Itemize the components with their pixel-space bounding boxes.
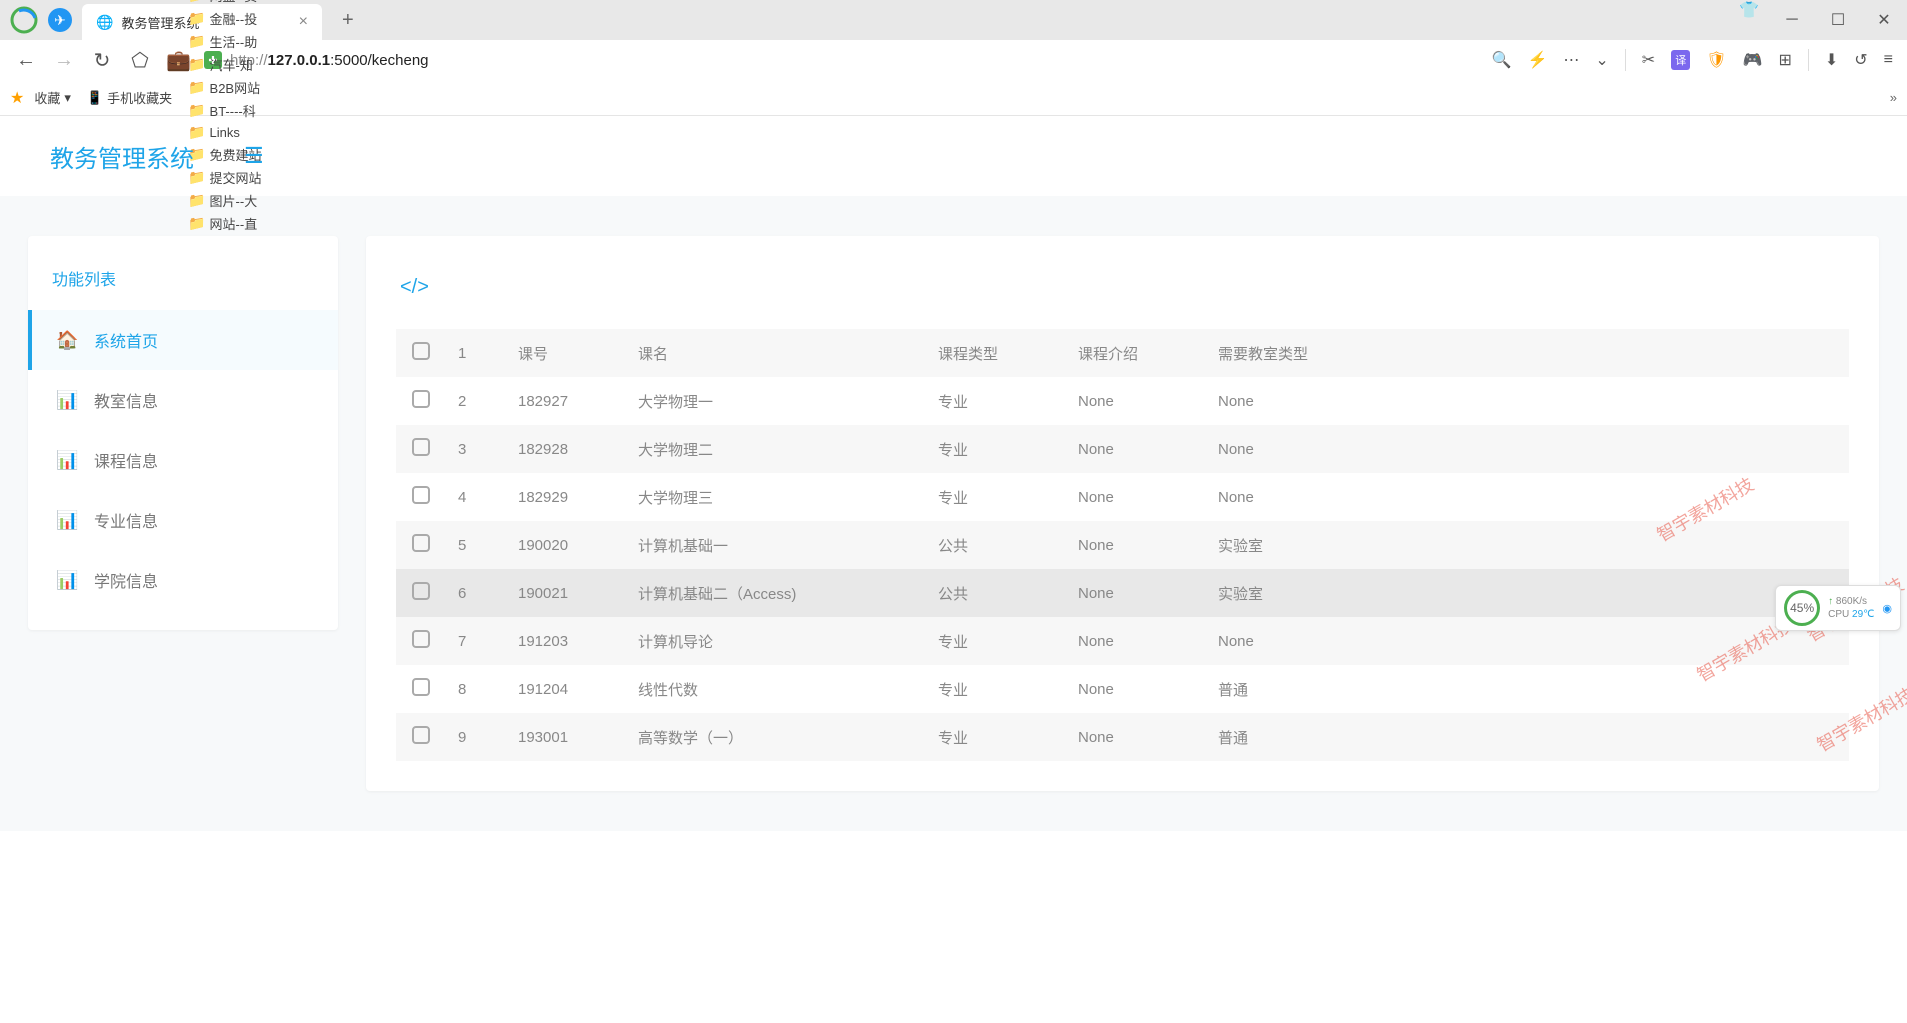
- compass-icon[interactable]: ✈: [48, 8, 72, 32]
- widget-badge-icon: ◉: [1882, 602, 1892, 615]
- bookmark-item[interactable]: 📁B2B网站: [182, 76, 267, 99]
- minimize-button[interactable]: ─: [1769, 0, 1815, 40]
- apps-icon[interactable]: ⊞: [1778, 50, 1791, 70]
- checkbox[interactable]: [412, 438, 430, 456]
- sidebar-item[interactable]: 📊 课程信息: [28, 430, 338, 490]
- col-code: 课号: [506, 329, 626, 377]
- download-icon[interactable]: ⬇: [1825, 50, 1838, 70]
- bookmark-item[interactable]: 📁汽车-知: [182, 53, 267, 76]
- sidebar-title: 功能列表: [28, 256, 338, 310]
- page-content: 教务管理系统 ☰ 功能列表 🏠系统首页📊教室信息📊课程信息📊专业信息📊学院信息 …: [0, 116, 1907, 831]
- zoom-icon[interactable]: 🔍: [1492, 50, 1512, 70]
- browser-chrome: ✈ 🌐 教务管理系统 × + 👕 ─ ☐ ✕ ← → ↻ ⬠ 💼 ✚ http:…: [0, 0, 1907, 116]
- translate-icon[interactable]: 译: [1671, 50, 1690, 70]
- app-title[interactable]: 教务管理系统: [50, 139, 194, 174]
- back-button[interactable]: ←: [14, 49, 38, 72]
- checkbox[interactable]: [412, 630, 430, 648]
- new-tab-button[interactable]: +: [342, 9, 354, 32]
- table-row[interactable]: 3182928大学物理二专业NoneNone: [396, 425, 1849, 473]
- home-button[interactable]: ⬠: [128, 48, 152, 73]
- reload-button[interactable]: ↻: [90, 48, 114, 73]
- sidebar-item-label: 教室信息: [94, 388, 158, 412]
- table-row[interactable]: 4182929大学物理三专业NoneNone: [396, 473, 1849, 521]
- checkbox[interactable]: [412, 726, 430, 744]
- globe-icon: 🌐: [96, 14, 113, 31]
- main-panel: </> 1课号课名课程类型课程介绍需要教室类型2182927大学物理一专业Non…: [366, 236, 1879, 791]
- star-icon: ★: [10, 88, 24, 108]
- bookmark-item[interactable]: 📁网站--直: [182, 212, 267, 235]
- url-input[interactable]: ✚ http://127.0.0.1:5000/kecheng: [204, 51, 1478, 69]
- sidebar-item-label: 系统首页: [94, 328, 158, 352]
- chart-icon: 📊: [56, 570, 78, 591]
- forward-button[interactable]: →: [52, 49, 76, 72]
- col-type: 课程类型: [926, 329, 1066, 377]
- maximize-button[interactable]: ☐: [1815, 0, 1861, 40]
- scissors-icon[interactable]: ✂: [1642, 50, 1655, 70]
- checkbox[interactable]: [412, 534, 430, 552]
- bookmark-item[interactable]: 📁Links: [182, 122, 267, 143]
- restore-icon[interactable]: ↺: [1854, 50, 1867, 70]
- checkbox[interactable]: [412, 342, 430, 360]
- checkbox[interactable]: [412, 678, 430, 696]
- flash-icon[interactable]: ⚡: [1527, 50, 1547, 70]
- bookmark-item[interactable]: 📁BT----科: [182, 99, 267, 122]
- table-row[interactable]: 9193001高等数学（一）专业None普通: [396, 713, 1849, 761]
- favorites-button[interactable]: 收藏 ▾: [28, 86, 77, 109]
- page-header: 教务管理系统 ☰: [0, 116, 1907, 196]
- table-header-row: 1课号课名课程类型课程介绍需要教室类型: [396, 329, 1849, 377]
- sidebar-item[interactable]: 🏠 系统首页: [28, 310, 338, 370]
- sidebar-item-label: 学院信息: [94, 568, 158, 592]
- col-name: 课名: [626, 329, 926, 377]
- sidebar-item[interactable]: 📊 学院信息: [28, 550, 338, 610]
- checkbox[interactable]: [412, 582, 430, 600]
- perf-stats: ↑ 860K/s CPU 29℃: [1828, 596, 1874, 620]
- more-icon[interactable]: ⋯: [1563, 50, 1579, 70]
- sidebar-item-label: 专业信息: [94, 508, 158, 532]
- sidebar-item-label: 课程信息: [94, 448, 158, 472]
- phone-favorites[interactable]: 📱手机收藏夹: [81, 86, 178, 109]
- code-icon[interactable]: </>: [396, 266, 1849, 329]
- table-row[interactable]: 8191204线性代数专业None普通: [396, 665, 1849, 713]
- col-idx: 1: [446, 329, 506, 377]
- bookmarks-bar: ★ 收藏 ▾ 📱手机收藏夹 📁成人--站📁工作--工📁网盘--资📁金融--投📁生…: [0, 80, 1907, 116]
- table-row[interactable]: 2182927大学物理一专业NoneNone: [396, 377, 1849, 425]
- sidebar: 功能列表 🏠 系统首页 📊 教室信息 📊 课程信息 📊 专业信息 📊 学院信息: [28, 236, 338, 630]
- table-row[interactable]: 6190021计算机基础二（Access)公共None实验室: [396, 569, 1849, 617]
- checkbox[interactable]: [412, 486, 430, 504]
- addressbar: ← → ↻ ⬠ 💼 ✚ http://127.0.0.1:5000/kechen…: [0, 40, 1907, 80]
- table-row[interactable]: 7191203计算机导论专业NoneNone: [396, 617, 1849, 665]
- col-room: 需要教室类型: [1206, 329, 1849, 377]
- bookmark-item[interactable]: 📁金融--投: [182, 7, 267, 30]
- titlebar: ✈ 🌐 教务管理系统 × + 👕 ─ ☐ ✕: [0, 0, 1907, 40]
- chevron-down-icon[interactable]: ⌄: [1595, 50, 1608, 70]
- col-intro: 课程介绍: [1066, 329, 1206, 377]
- close-button[interactable]: ✕: [1861, 0, 1907, 40]
- security-icon[interactable]: 🛡: [1706, 50, 1726, 70]
- skin-icon[interactable]: 👕: [1739, 0, 1769, 40]
- bookmark-item[interactable]: 📁图片--大: [182, 189, 267, 212]
- bookmarks-more-icon[interactable]: »: [1890, 90, 1897, 105]
- sidebar-item[interactable]: 📊 专业信息: [28, 490, 338, 550]
- chart-icon: 📊: [56, 390, 78, 411]
- sidebar-item[interactable]: 📊 教室信息: [28, 370, 338, 430]
- browser-logo-icon[interactable]: [10, 6, 38, 34]
- checkbox[interactable]: [412, 390, 430, 408]
- tab-close-icon[interactable]: ×: [299, 13, 308, 31]
- table-row[interactable]: 5190020计算机基础一公共None实验室: [396, 521, 1849, 569]
- bookmark-item[interactable]: 📁生活--助: [182, 30, 267, 53]
- menu-toggle-icon[interactable]: ☰: [244, 143, 264, 169]
- perf-circle: 45%: [1784, 590, 1820, 626]
- game-icon[interactable]: 🎮: [1743, 50, 1763, 70]
- course-table: 1课号课名课程类型课程介绍需要教室类型2182927大学物理一专业NoneNon…: [396, 329, 1849, 761]
- home-icon: 🏠: [56, 330, 78, 351]
- chart-icon: 📊: [56, 510, 78, 531]
- chart-icon: 📊: [56, 450, 78, 471]
- menu-icon[interactable]: ≡: [1884, 51, 1893, 69]
- perf-widget[interactable]: 45% ↑ 860K/s CPU 29℃ ◉: [1775, 585, 1901, 631]
